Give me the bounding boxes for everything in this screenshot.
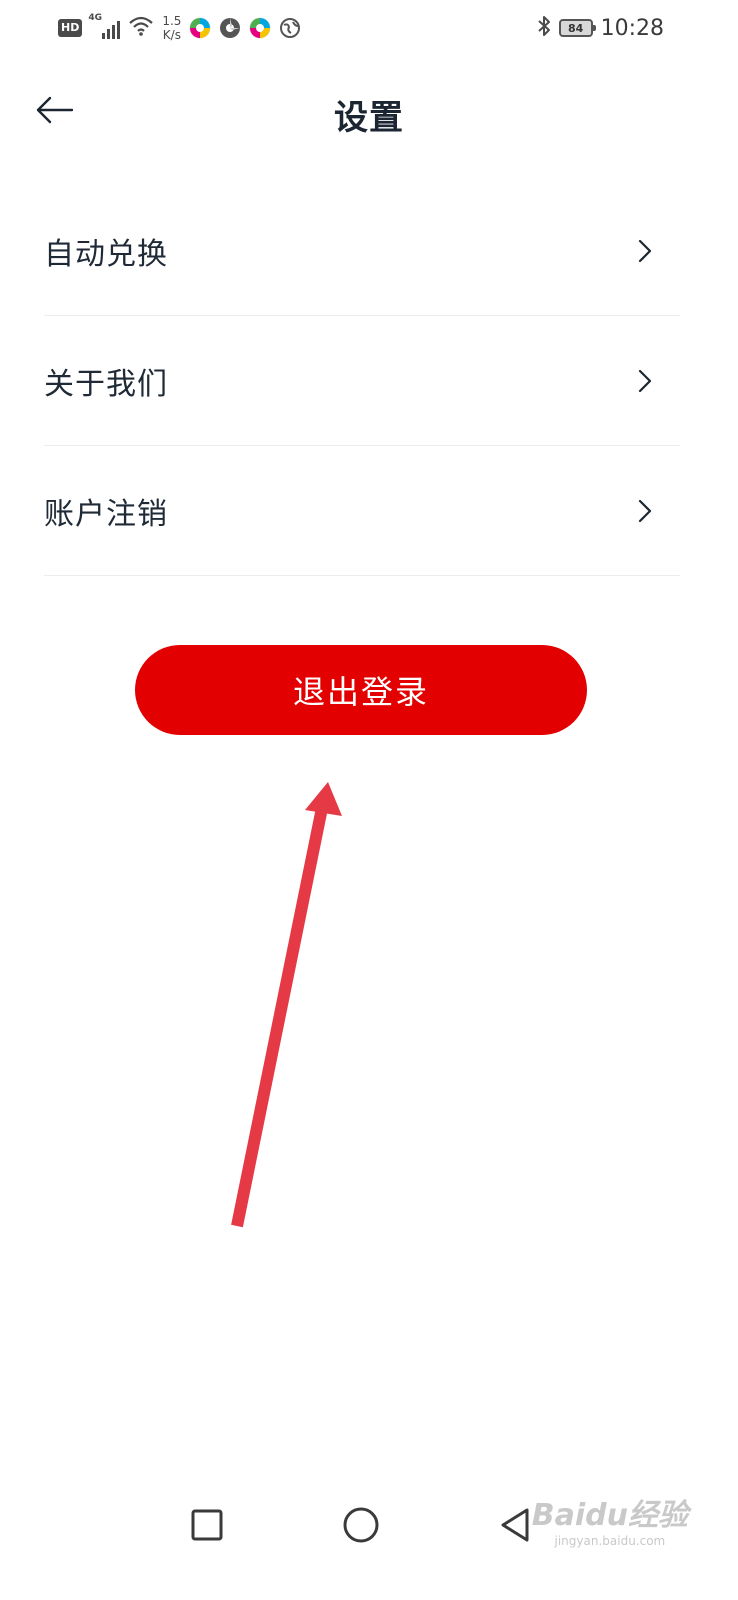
status-time: 10:28 <box>600 15 664 41</box>
settings-menu: 自动兑换 关于我们 账户注销 <box>44 186 680 576</box>
logout-button[interactable]: 退出登录 <box>135 645 587 735</box>
status-bar: HD 4G 1.5 K/s 84 10:28 <box>0 0 738 56</box>
menu-item-label: 关于我们 <box>44 366 168 402</box>
app-icon <box>189 17 211 39</box>
chevron-right-icon <box>630 366 660 396</box>
home-icon <box>342 1506 380 1548</box>
app-icon <box>219 17 241 39</box>
signal-icon: 4G <box>88 13 121 39</box>
network-speed-unit: K/s <box>162 28 181 42</box>
watermark: Baidu经验 jingyan.baidu.com <box>532 1490 688 1548</box>
watermark-brand: Baidu经验 <box>531 1498 688 1533</box>
wifi-icon <box>128 15 154 41</box>
bluetooth-icon <box>537 15 551 41</box>
chevron-right-icon <box>630 236 660 266</box>
menu-item-about-us[interactable]: 关于我们 <box>44 316 680 446</box>
network-type: 4G <box>88 13 102 23</box>
recent-apps-icon <box>190 1508 224 1546</box>
menu-item-label: 自动兑换 <box>44 236 168 272</box>
watermark-url: jingyan.baidu.com <box>554 1534 666 1548</box>
network-speed: 1.5 K/s <box>162 14 181 42</box>
menu-item-auto-redeem[interactable]: 自动兑换 <box>44 186 680 316</box>
hd-icon: HD <box>58 19 83 37</box>
globe-icon <box>279 17 301 39</box>
home-button[interactable] <box>336 1502 386 1552</box>
chevron-right-icon <box>630 496 660 526</box>
page-title: 设置 <box>334 98 404 138</box>
back-icon <box>497 1506 533 1548</box>
network-speed-value: 1.5 <box>162 14 182 28</box>
header: 设置 <box>0 70 738 154</box>
battery-icon: 84 <box>558 19 596 37</box>
status-bar-left: HD 4G 1.5 K/s <box>58 10 301 46</box>
menu-item-account-deletion[interactable]: 账户注销 <box>44 446 680 576</box>
menu-item-label: 账户注销 <box>44 496 168 532</box>
recent-apps-button[interactable] <box>182 1502 232 1552</box>
status-bar-right: 84 10:28 <box>537 10 664 46</box>
app-icon <box>249 17 271 39</box>
